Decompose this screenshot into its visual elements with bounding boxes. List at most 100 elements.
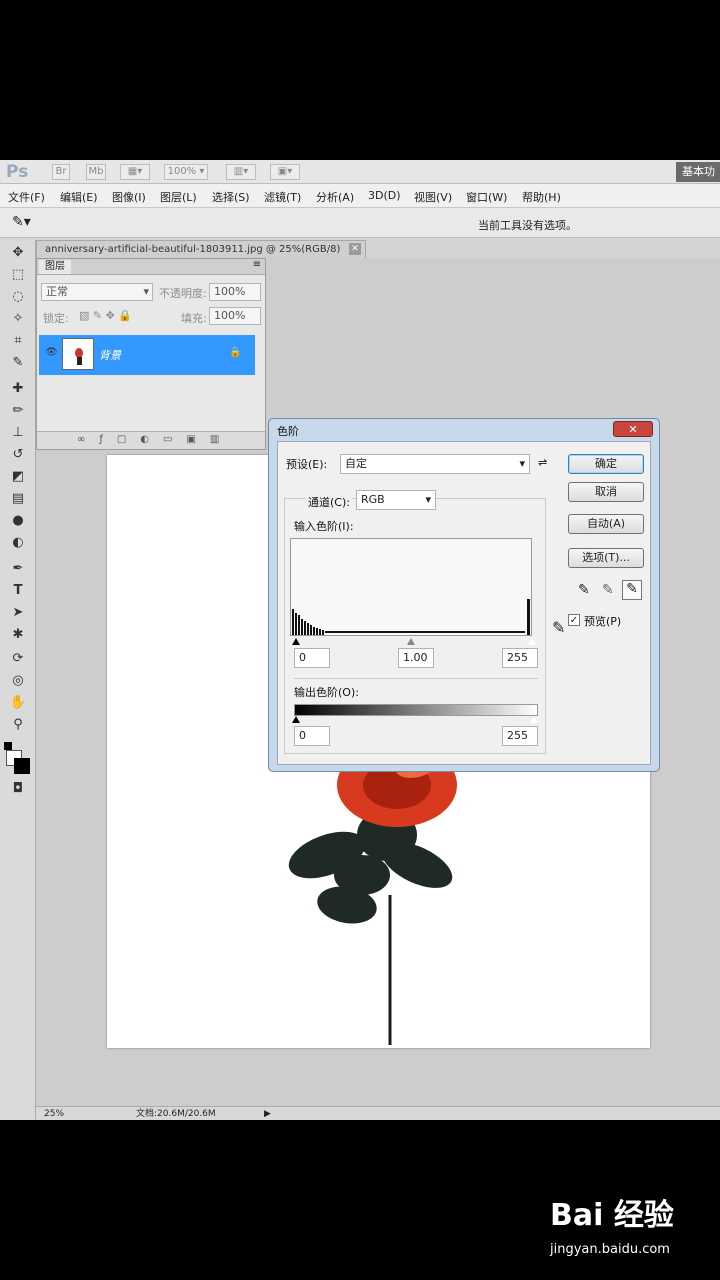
dodge-tool-icon[interactable]: ◐ (8, 534, 28, 552)
opacity-label: 不透明度: (159, 287, 207, 300)
menu-window[interactable]: 窗口(W) (466, 189, 507, 205)
output-white-field[interactable]: 255 (502, 726, 538, 746)
layer-name: 背景 (99, 349, 121, 362)
output-gradient-bar (294, 704, 538, 716)
quick-select-tool-icon[interactable]: ✧ (8, 310, 28, 328)
crop-tool-icon[interactable]: ⌗ (8, 332, 28, 350)
screen-mode-button[interactable]: ▣▾ (270, 164, 300, 180)
visibility-eye-icon[interactable]: 👁 (45, 347, 58, 358)
menu-analysis[interactable]: 分析(A) (316, 189, 354, 205)
bridge-button[interactable]: Br (52, 164, 70, 180)
watermark-brand: Bai 经验 (550, 1198, 674, 1233)
healing-brush-tool-icon[interactable]: ✚ (8, 380, 28, 398)
menu-filter[interactable]: 滤镜(T) (264, 189, 301, 205)
hand-tool-icon[interactable]: ✋ (8, 694, 28, 712)
channel-value: RGB (361, 493, 385, 506)
divider (294, 678, 538, 679)
menu-image[interactable]: 图像(I) (112, 189, 146, 205)
eyedropper-cursor-icon: ✎ (552, 618, 566, 637)
histogram-graph (292, 599, 530, 635)
menu-3d[interactable]: 3D(D) (368, 189, 401, 202)
preset-options-icon[interactable]: ⇌ (538, 456, 547, 469)
menu-edit[interactable]: 编辑(E) (60, 189, 98, 205)
status-bar: 25% 文档:20.6M/20.6M ▶ (36, 1106, 720, 1120)
cancel-button[interactable]: 取消 (568, 482, 644, 502)
options-bar: ✎▾ 当前工具没有选项。 (0, 208, 720, 238)
close-document-icon[interactable]: ✕ (349, 243, 361, 255)
white-point-eyedropper-icon[interactable]: ✎ (622, 580, 642, 600)
type-tool-icon[interactable]: T (8, 582, 28, 600)
watermark-url: jingyan.baidu.com (550, 1242, 670, 1257)
blur-tool-icon[interactable]: ● (8, 512, 28, 530)
menu-layer[interactable]: 图层(L) (160, 189, 197, 205)
path-selection-tool-icon[interactable]: ➤ (8, 604, 28, 622)
black-point-eyedropper-icon[interactable]: ✎ (578, 582, 590, 598)
application-bar: Ps Br Mb ▦▾ 100% ▾ ▥▾ ▣▾ 基本功 (0, 160, 720, 184)
brush-tool-icon[interactable]: ✏ (8, 402, 28, 420)
arrange-documents-button[interactable]: ▥▾ (226, 164, 256, 180)
zoom-level-dropdown[interactable]: 100% ▾ (164, 164, 208, 180)
menu-file[interactable]: 文件(F) (8, 189, 45, 205)
input-gamma-slider[interactable] (407, 638, 415, 645)
ok-button[interactable]: 确定 (568, 454, 644, 474)
menu-select[interactable]: 选择(S) (212, 189, 250, 205)
workspace-switcher[interactable]: 基本功 (676, 162, 720, 182)
tab-layers[interactable]: 图层 (39, 260, 71, 274)
output-white-slider[interactable] (530, 716, 538, 723)
options-button[interactable]: 选项(T)... (568, 548, 644, 568)
layers-panel-header: 图层 ≡ (37, 259, 265, 275)
status-doc-info: 文档:20.6M/20.6M (136, 1109, 216, 1119)
view-extras-button[interactable]: ▦▾ (120, 164, 150, 180)
3d-rotate-tool-icon[interactable]: ⟳ (8, 650, 28, 668)
pen-tool-icon[interactable]: ✒ (8, 560, 28, 578)
eyedropper-tool-icon[interactable]: ✎ (8, 354, 28, 372)
marquee-tool-icon[interactable]: ⬚ (8, 266, 28, 284)
quick-mask-icon[interactable]: ◘ (8, 780, 28, 798)
layers-panel-footer: ∞ƒ▢◐▭▣▥ (37, 431, 265, 449)
move-tool-icon[interactable]: ✥ (8, 244, 28, 262)
layer-row-background[interactable]: 👁 背景 🔒 (39, 335, 255, 375)
preview-checkbox[interactable]: ✓ (568, 614, 580, 626)
menu-bar: 文件(F) 编辑(E) 图像(I) 图层(L) 选择(S) 滤镜(T) 分析(A… (0, 184, 720, 208)
blend-mode-select[interactable]: 正常 ▾ (41, 283, 153, 301)
eyedropper-tool-preset-icon[interactable]: ✎▾ (12, 214, 31, 230)
gradient-tool-icon[interactable]: ▤ (8, 490, 28, 508)
panel-menu-icon[interactable]: ≡ (253, 259, 261, 270)
input-black-field[interactable]: 0 (294, 648, 330, 668)
fill-field[interactable]: 100% (209, 307, 261, 325)
menu-help[interactable]: 帮助(H) (522, 189, 561, 205)
menu-view[interactable]: 视图(V) (414, 189, 452, 205)
default-colors-icon[interactable] (4, 742, 12, 750)
input-white-field[interactable]: 255 (502, 648, 538, 668)
status-zoom[interactable]: 25% (44, 1107, 64, 1120)
chevron-down-icon: ▾ (143, 285, 149, 298)
document-title: anniversary-artificial-beautiful-1803911… (45, 244, 341, 255)
history-brush-tool-icon[interactable]: ↺ (8, 446, 28, 464)
preset-select[interactable]: 自定 ▾ (340, 454, 530, 474)
shape-tool-icon[interactable]: ✱ (8, 626, 28, 644)
clone-stamp-tool-icon[interactable]: ⊥ (8, 424, 28, 442)
lasso-tool-icon[interactable]: ◌ (8, 288, 28, 306)
eraser-tool-icon[interactable]: ◩ (8, 468, 28, 486)
preview-label: 预览(P) (584, 615, 622, 628)
mini-bridge-button[interactable]: Mb (86, 164, 106, 180)
input-white-slider[interactable] (528, 638, 536, 645)
gray-point-eyedropper-icon[interactable]: ✎ (602, 582, 614, 598)
preset-value: 自定 (345, 457, 367, 470)
auto-button[interactable]: 自动(A) (568, 514, 644, 534)
layers-panel: 图层 ≡ 正常 ▾ 不透明度: 100% 锁定: ▧ ✎ ✥ 🔒 填充: 100… (36, 258, 266, 450)
layer-actions-icons[interactable]: ∞ƒ▢◐▭▣▥ (77, 434, 233, 445)
close-dialog-button[interactable]: ✕ (613, 421, 653, 437)
opacity-field[interactable]: 100% (209, 283, 261, 301)
document-tab[interactable]: anniversary-artificial-beautiful-1803911… (36, 240, 366, 258)
input-gamma-field[interactable]: 1.00 (398, 648, 434, 668)
status-menu-arrow-icon[interactable]: ▶ (264, 1107, 271, 1120)
background-color-swatch[interactable] (14, 758, 30, 774)
output-black-slider[interactable] (292, 716, 300, 723)
zoom-tool-icon[interactable]: ⚲ (8, 716, 28, 734)
3d-orbit-tool-icon[interactable]: ◎ (8, 672, 28, 690)
channel-select[interactable]: RGB ▾ (356, 490, 436, 510)
input-black-slider[interactable] (292, 638, 300, 645)
output-black-field[interactable]: 0 (294, 726, 330, 746)
lock-icons[interactable]: ▧ ✎ ✥ 🔒 (79, 309, 132, 322)
